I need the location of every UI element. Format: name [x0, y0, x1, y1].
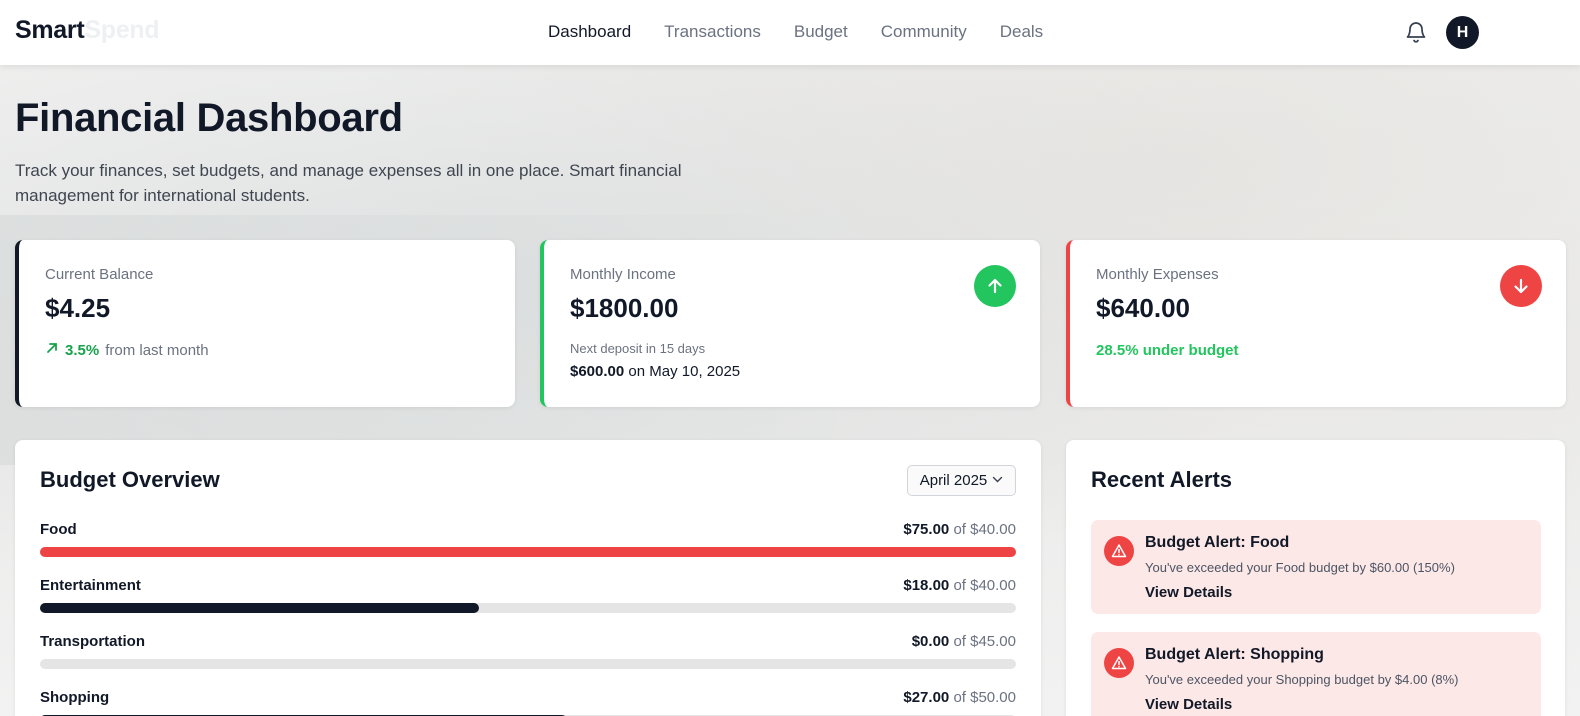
recent-alerts-card: Recent Alerts Budget Alert: Food You've … — [1066, 440, 1565, 716]
view-details-link[interactable]: View Details — [1145, 584, 1232, 601]
budget-overview-title: Budget Overview — [40, 467, 220, 492]
user-avatar[interactable]: H — [1446, 16, 1479, 49]
monthly-expenses-label: Monthly Expenses — [1096, 266, 1219, 283]
alert-item: Budget Alert: Food You've exceeded your … — [1091, 520, 1541, 614]
budget-limit: of $45.00 — [953, 633, 1016, 650]
budget-category-name: Transportation — [40, 633, 146, 650]
budget-limit: of $40.00 — [953, 521, 1016, 538]
budget-amount: $18.00 of $40.00 — [903, 577, 1016, 594]
budget-spent: $27.00 — [903, 689, 950, 706]
warning-icon — [1104, 648, 1134, 678]
top-navbar: SmartSpend Dashboard Transactions Budget… — [0, 0, 1580, 65]
arrow-down-icon — [1500, 265, 1542, 307]
budget-progress-track — [40, 659, 1016, 669]
balance-trend: 3.5% from last month — [45, 341, 209, 359]
budget-spent: $0.00 — [911, 633, 950, 650]
next-deposit-info: $600.00 on May 10, 2025 — [570, 363, 740, 380]
page-title: Financial Dashboard — [15, 96, 403, 140]
budget-category-name: Entertainment — [40, 577, 141, 594]
budget-overview-card: Budget Overview April 2025 Food $75.00 o… — [15, 440, 1041, 716]
nav-dashboard[interactable]: Dashboard — [548, 22, 631, 42]
budget-status: 28.5% under budget — [1096, 342, 1239, 359]
arrow-up-right-icon — [45, 341, 59, 359]
nav-transactions[interactable]: Transactions — [664, 22, 761, 42]
nav-community[interactable]: Community — [881, 22, 967, 42]
next-deposit-amount: $600.00 — [570, 363, 625, 380]
nav-deals[interactable]: Deals — [1000, 22, 1043, 42]
budget-amount: $27.00 of $50.00 — [903, 689, 1016, 706]
monthly-income-card: Monthly Income $1800.00 Next deposit in … — [540, 240, 1040, 407]
next-deposit-label: Next deposit in 15 days — [570, 341, 706, 356]
recent-alerts-title: Recent Alerts — [1091, 467, 1233, 492]
view-details-link[interactable]: View Details — [1145, 696, 1232, 713]
budget-amount: $75.00 of $40.00 — [903, 521, 1016, 538]
next-deposit-date: on May 10, 2025 — [628, 363, 741, 380]
budget-category-name: Shopping — [40, 689, 110, 706]
chevron-down-icon — [992, 472, 1003, 489]
monthly-expenses-value: $640.00 — [1096, 293, 1190, 323]
logo[interactable]: SmartSpend — [15, 16, 160, 45]
balance-trend-text: from last month — [105, 341, 209, 359]
month-select-value: April 2025 — [919, 472, 988, 489]
budget-progress-track — [40, 547, 1016, 557]
budget-progress-fill — [40, 547, 1016, 557]
bell-icon[interactable] — [1404, 19, 1428, 45]
page-description: Track your finances, set budgets, and ma… — [15, 161, 682, 205]
alert-title: Budget Alert: Food — [1145, 534, 1290, 551]
budget-amount: $0.00 of $45.00 — [912, 633, 1016, 650]
budget-limit: of $40.00 — [953, 577, 1016, 594]
alert-title: Budget Alert: Shopping — [1145, 646, 1324, 663]
budget-progress-track — [40, 603, 1016, 613]
monthly-income-value: $1800.00 — [570, 293, 679, 323]
warning-icon — [1104, 536, 1134, 566]
budget-category-name: Food — [40, 521, 77, 538]
budget-progress-fill — [40, 603, 480, 613]
current-balance-label: Current Balance — [45, 266, 154, 283]
budget-spent: $75.00 — [903, 521, 950, 538]
alert-message: You've exceeded your Shopping budget by … — [1145, 672, 1459, 687]
nav-budget[interactable]: Budget — [794, 22, 848, 42]
alert-item: Budget Alert: Shopping You've exceeded y… — [1091, 632, 1541, 716]
monthly-expenses-card: Monthly Expenses $640.00 28.5% under bud… — [1066, 240, 1566, 407]
current-balance-value: $4.25 — [45, 293, 111, 323]
budget-spent: $18.00 — [903, 577, 950, 594]
alert-message: You've exceeded your Food budget by $60.… — [1145, 560, 1455, 575]
month-select[interactable]: April 2025 — [907, 465, 1016, 496]
main-nav: Dashboard Transactions Budget Community … — [548, 22, 1043, 42]
current-balance-card: Current Balance $4.25 3.5% from last mon… — [15, 240, 515, 407]
budget-limit: of $50.00 — [953, 689, 1016, 706]
logo-text-spend: Spend — [84, 16, 160, 44]
arrow-up-icon — [974, 265, 1016, 307]
balance-trend-percent: 3.5% — [65, 341, 100, 359]
logo-text-smart: Smart — [15, 16, 85, 44]
monthly-income-label: Monthly Income — [570, 266, 676, 283]
